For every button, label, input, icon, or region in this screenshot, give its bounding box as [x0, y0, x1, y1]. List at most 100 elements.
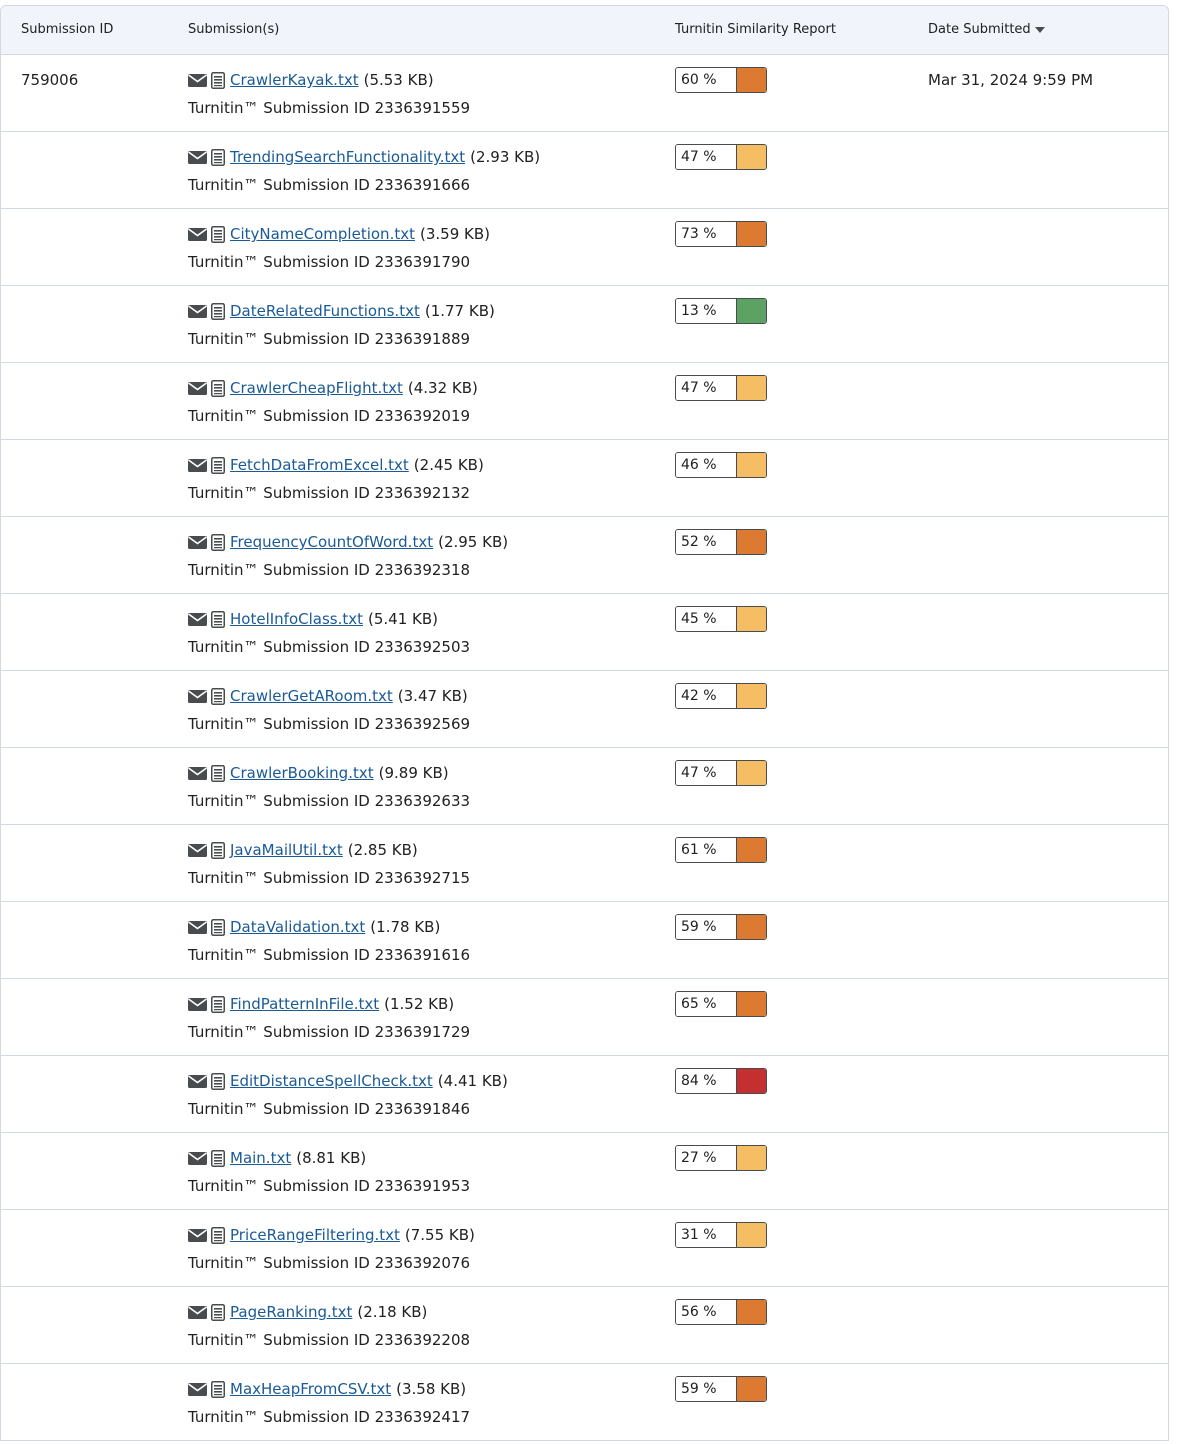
- table-row: DateRelatedFunctions.txt (1.77 KB) Turniti…: [1, 286, 1168, 363]
- envelope-icon[interactable]: [188, 766, 207, 780]
- file-link[interactable]: Main.txt: [230, 1149, 291, 1167]
- document-icon[interactable]: [211, 1226, 225, 1244]
- document-icon[interactable]: [211, 1380, 225, 1398]
- file-size: (8.81 KB): [296, 1149, 367, 1167]
- envelope-icon[interactable]: [188, 73, 207, 87]
- document-icon[interactable]: [211, 148, 225, 166]
- envelope-icon[interactable]: [188, 612, 207, 626]
- file-link[interactable]: HotelInfoClass.txt: [230, 610, 363, 628]
- envelope-icon[interactable]: [188, 1074, 207, 1088]
- file-size: (9.89 KB): [378, 764, 449, 782]
- document-icon[interactable]: [211, 918, 225, 936]
- file-link[interactable]: MaxHeapFromCSV.txt: [230, 1380, 391, 1398]
- similarity-report-button[interactable]: 84 %: [675, 1068, 767, 1094]
- envelope-icon[interactable]: [188, 1228, 207, 1242]
- envelope-icon[interactable]: [188, 1151, 207, 1165]
- envelope-icon[interactable]: [188, 304, 207, 318]
- file-link[interactable]: JavaMailUtil.txt: [230, 841, 343, 859]
- document-icon[interactable]: [211, 1149, 225, 1167]
- table-row: 759006 CrawlerKayak.txt (5.53 KB) Turnitin™…: [1, 55, 1168, 132]
- similarity-report-button[interactable]: 46 %: [675, 452, 767, 478]
- document-icon[interactable]: [211, 687, 225, 705]
- similarity-percent: 56 %: [676, 1300, 736, 1324]
- file-link[interactable]: FindPatternInFile.txt: [230, 995, 379, 1013]
- similarity-report-button[interactable]: 59 %: [675, 914, 767, 940]
- similarity-report-button[interactable]: 52 %: [675, 529, 767, 555]
- envelope-icon[interactable]: [188, 150, 207, 164]
- similarity-color-swatch: [736, 222, 766, 246]
- document-icon[interactable]: [211, 379, 225, 397]
- similarity-percent: 46 %: [676, 453, 736, 477]
- envelope-icon[interactable]: [188, 1382, 207, 1396]
- header-date-submitted[interactable]: Date Submitted: [928, 22, 1045, 37]
- envelope-icon[interactable]: [188, 843, 207, 857]
- document-icon[interactable]: [211, 533, 225, 551]
- similarity-report-button[interactable]: 56 %: [675, 1299, 767, 1325]
- similarity-report-button[interactable]: 73 %: [675, 221, 767, 247]
- document-icon[interactable]: [211, 71, 225, 89]
- similarity-report-button[interactable]: 47 %: [675, 760, 767, 786]
- similarity-report-button[interactable]: 65 %: [675, 991, 767, 1017]
- envelope-icon[interactable]: [188, 1305, 207, 1319]
- header-submissions: Submission(s): [188, 22, 280, 37]
- similarity-color-swatch: [736, 1069, 766, 1093]
- envelope-icon[interactable]: [188, 535, 207, 549]
- file-link[interactable]: TrendingSearchFunctionality.txt: [230, 148, 465, 166]
- envelope-icon[interactable]: [188, 227, 207, 241]
- similarity-report-button[interactable]: 60 %: [675, 67, 767, 93]
- similarity-percent: 52 %: [676, 530, 736, 554]
- file-size: (4.32 KB): [407, 379, 478, 397]
- file-link[interactable]: CityNameCompletion.txt: [230, 225, 415, 243]
- table-row: CrawlerGetARoom.txt (3.47 KB) Turnitin™ Su…: [1, 671, 1168, 748]
- file-link[interactable]: PageRanking.txt: [230, 1303, 352, 1321]
- similarity-report-button[interactable]: 31 %: [675, 1222, 767, 1248]
- similarity-report-button[interactable]: 45 %: [675, 606, 767, 632]
- document-icon[interactable]: [211, 456, 225, 474]
- file-link[interactable]: CrawlerKayak.txt: [230, 71, 359, 89]
- envelope-icon[interactable]: [188, 458, 207, 472]
- similarity-report-button[interactable]: 47 %: [675, 144, 767, 170]
- similarity-percent: 60 %: [676, 68, 736, 92]
- document-icon[interactable]: [211, 995, 225, 1013]
- submission-file: TrendingSearchFunctionality.txt (2.93 KB): [188, 148, 540, 166]
- similarity-report-button[interactable]: 27 %: [675, 1145, 767, 1171]
- file-link[interactable]: CrawlerBooking.txt: [230, 764, 374, 782]
- file-link[interactable]: FrequencyCountOfWord.txt: [230, 533, 433, 551]
- document-icon[interactable]: [211, 225, 225, 243]
- table-row: JavaMailUtil.txt (2.85 KB) Turnitin™ Submi…: [1, 825, 1168, 902]
- similarity-report-button[interactable]: 59 %: [675, 1376, 767, 1402]
- file-link[interactable]: DateRelatedFunctions.txt: [230, 302, 420, 320]
- turnitin-submission-id: Turnitin™ Submission ID 2336391616: [188, 946, 471, 964]
- turnitin-submission-id: Turnitin™ Submission ID 2336391953: [188, 1177, 471, 1195]
- document-icon[interactable]: [211, 610, 225, 628]
- file-link[interactable]: FetchDataFromExcel.txt: [230, 456, 409, 474]
- envelope-icon[interactable]: [188, 689, 207, 703]
- document-icon[interactable]: [211, 302, 225, 320]
- similarity-percent: 13 %: [676, 299, 736, 323]
- similarity-color-swatch: [736, 684, 766, 708]
- file-link[interactable]: CrawlerCheapFlight.txt: [230, 379, 403, 397]
- document-icon[interactable]: [211, 764, 225, 782]
- similarity-report-button[interactable]: 13 %: [675, 298, 767, 324]
- similarity-color-swatch: [736, 376, 766, 400]
- envelope-icon[interactable]: [188, 997, 207, 1011]
- envelope-icon[interactable]: [188, 381, 207, 395]
- turnitin-submission-id: Turnitin™ Submission ID 2336391790: [188, 253, 471, 271]
- document-icon[interactable]: [211, 1303, 225, 1321]
- similarity-color-swatch: [736, 68, 766, 92]
- file-link[interactable]: PriceRangeFiltering.txt: [230, 1226, 400, 1244]
- sort-descending-icon[interactable]: [1034, 27, 1045, 33]
- envelope-icon[interactable]: [188, 920, 207, 934]
- file-link[interactable]: EditDistanceSpellCheck.txt: [230, 1072, 433, 1090]
- document-icon[interactable]: [211, 841, 225, 859]
- file-link[interactable]: CrawlerGetARoom.txt: [230, 687, 393, 705]
- similarity-report-button[interactable]: 47 %: [675, 375, 767, 401]
- similarity-report-button[interactable]: 42 %: [675, 683, 767, 709]
- turnitin-submission-id: Turnitin™ Submission ID 2336392569: [188, 715, 471, 733]
- turnitin-submission-id: Turnitin™ Submission ID 2336392715: [188, 869, 471, 887]
- submission-file: JavaMailUtil.txt (2.85 KB): [188, 841, 418, 859]
- similarity-report-button[interactable]: 61 %: [675, 837, 767, 863]
- file-link[interactable]: DataValidation.txt: [230, 918, 365, 936]
- document-icon[interactable]: [211, 1072, 225, 1090]
- file-size: (2.93 KB): [470, 148, 541, 166]
